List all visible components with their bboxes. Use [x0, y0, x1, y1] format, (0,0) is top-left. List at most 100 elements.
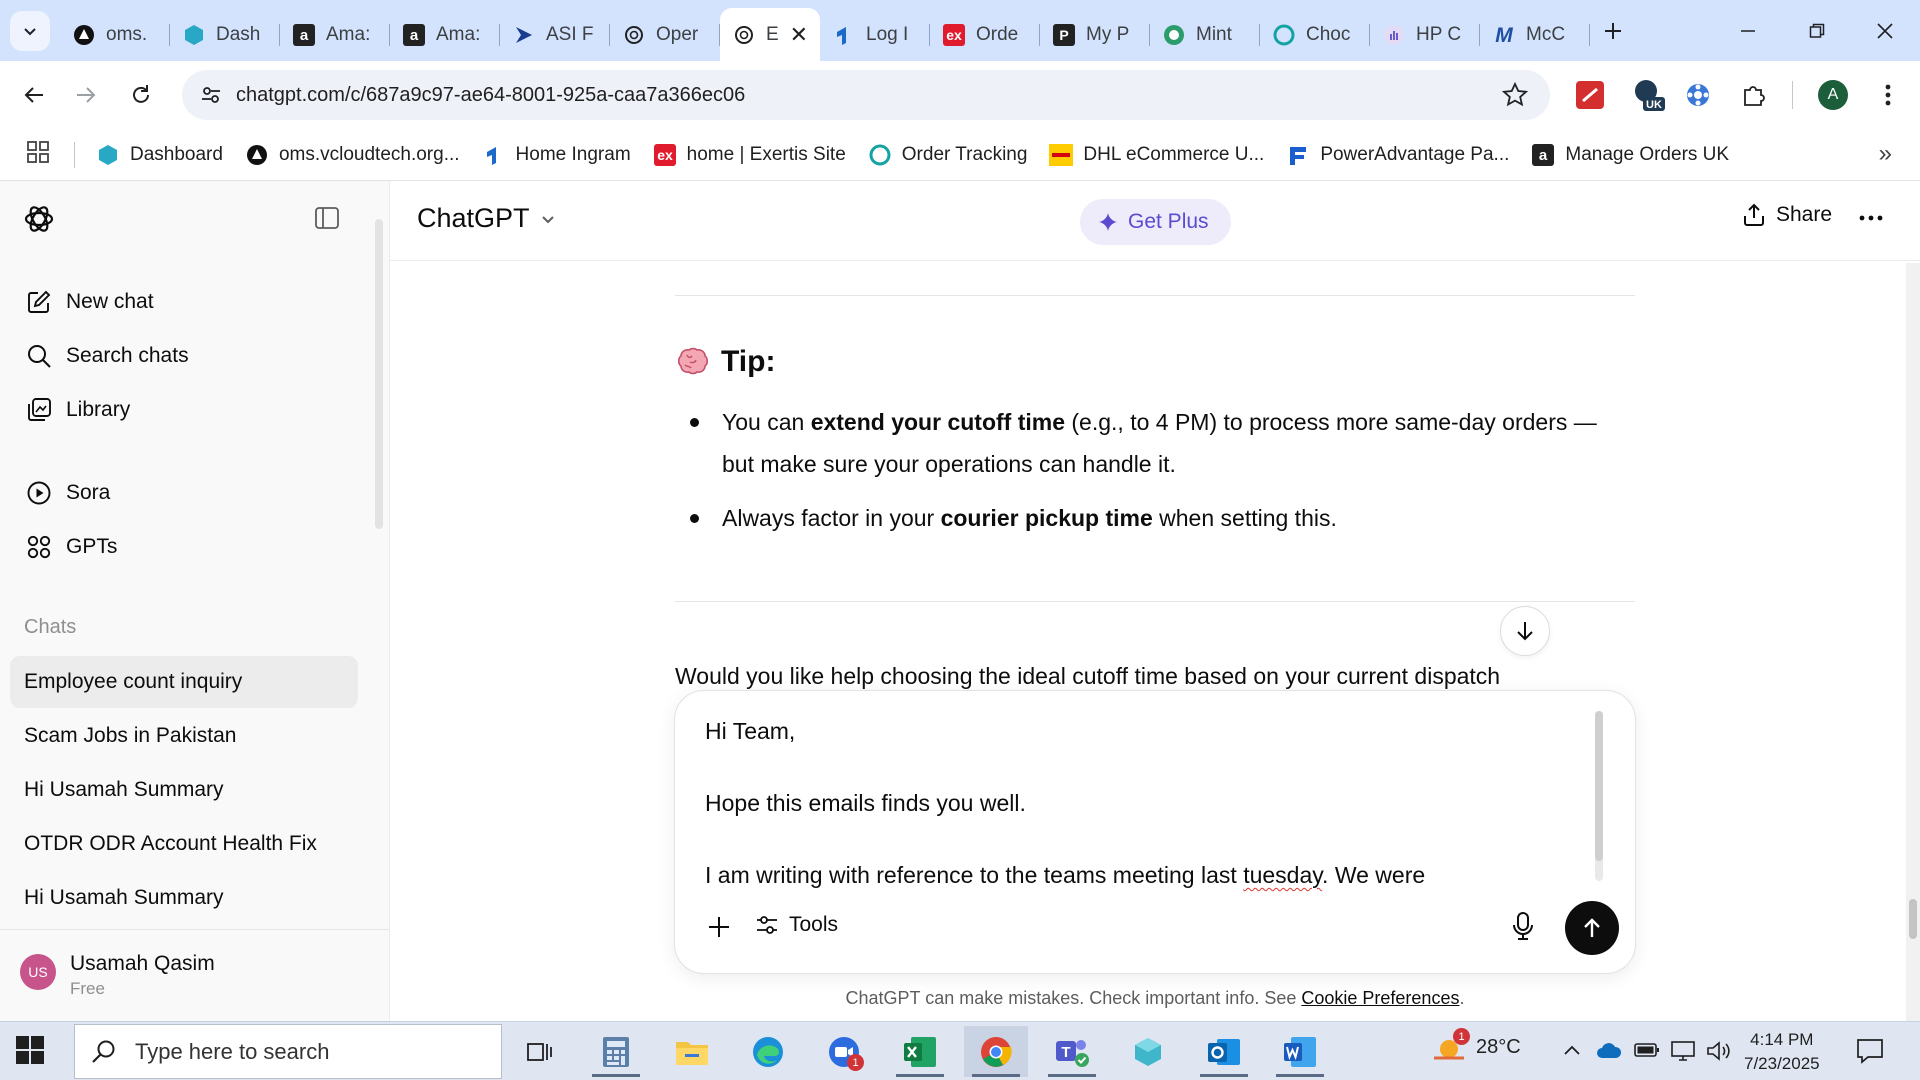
- library-button[interactable]: Library: [26, 388, 130, 432]
- search-chats-button[interactable]: Search chats: [26, 334, 189, 378]
- taskbar-excel[interactable]: [888, 1026, 952, 1077]
- site-info-icon[interactable]: [186, 84, 236, 106]
- tab[interactable]: oms.: [60, 12, 170, 57]
- tab-search-button[interactable]: [10, 11, 50, 51]
- scroll-to-bottom-button[interactable]: [1500, 606, 1550, 656]
- tab[interactable]: P My P: [1040, 12, 1150, 57]
- weather-widget[interactable]: 1 28°C: [1432, 1028, 1521, 1062]
- start-button[interactable]: [16, 1036, 44, 1064]
- taskbar-calculator[interactable]: [584, 1026, 648, 1077]
- model-selector[interactable]: ChatGPT: [417, 203, 556, 234]
- taskbar-search-input[interactable]: Type here to search: [74, 1024, 502, 1079]
- network-icon[interactable]: [1670, 1040, 1696, 1062]
- chat-item[interactable]: Hi Usamah Summary: [10, 764, 358, 816]
- bookmark-manage-orders[interactable]: a Manage Orders UK: [1531, 143, 1729, 167]
- bookmark-oms[interactable]: oms.vcloudtech.org...: [245, 143, 460, 167]
- dhl-icon: [1049, 143, 1074, 167]
- tab[interactable]: Mint: [1150, 12, 1260, 57]
- main-scroll-thumb[interactable]: [1909, 899, 1917, 939]
- send-button[interactable]: [1565, 901, 1619, 955]
- notifications-icon[interactable]: [1856, 1038, 1884, 1064]
- taskbar-outlook[interactable]: [1192, 1026, 1256, 1077]
- pdf-extension-icon[interactable]: [1572, 77, 1608, 113]
- taskbar-file-explorer[interactable]: [660, 1026, 724, 1077]
- sidebar-scroll-thumb[interactable]: [375, 219, 383, 529]
- forward-button[interactable]: [66, 75, 106, 115]
- star-icon[interactable]: [1502, 82, 1528, 108]
- share-button[interactable]: Share: [1742, 203, 1832, 227]
- new-chat-button[interactable]: New chat: [26, 280, 154, 324]
- browser-menu-button[interactable]: [1870, 77, 1906, 113]
- back-button[interactable]: [14, 75, 54, 115]
- gpts-button[interactable]: GPTs: [26, 525, 117, 569]
- tab[interactable]: Log I: [820, 12, 930, 57]
- bookmark-ingram[interactable]: Home Ingram: [482, 143, 631, 167]
- taskbar-app[interactable]: [1116, 1026, 1180, 1077]
- tab[interactable]: ex Orde: [930, 12, 1040, 57]
- tab-active[interactable]: E ✕: [720, 8, 820, 61]
- tab[interactable]: Choc: [1260, 12, 1370, 57]
- apps-grid-icon[interactable]: [26, 140, 50, 164]
- avatar: A: [1818, 80, 1848, 110]
- conversation-options-button[interactable]: [1858, 205, 1884, 231]
- tab[interactable]: a Ama:: [390, 12, 500, 57]
- bookmark-exertis[interactable]: ex home | Exertis Site: [653, 143, 846, 167]
- battery-icon[interactable]: [1634, 1040, 1660, 1060]
- address-bar[interactable]: chatgpt.com/c/687a9c97-ae64-8001-925a-ca…: [182, 70, 1550, 120]
- composer-scrollbar[interactable]: [1595, 711, 1603, 881]
- profile-button[interactable]: A: [1815, 77, 1851, 113]
- tools-button[interactable]: Tools: [755, 913, 838, 937]
- dictate-button[interactable]: [1511, 911, 1535, 941]
- cookie-preferences-link[interactable]: Cookie Preferences: [1301, 988, 1459, 1008]
- chat-item[interactable]: Scam Jobs in Pakistan: [10, 710, 358, 762]
- bold-text: extend your cutoff time: [810, 409, 1065, 435]
- notification-badge: 1: [847, 1054, 864, 1071]
- tools-label: Tools: [789, 913, 839, 936]
- tab[interactable]: Oper: [610, 12, 720, 57]
- taskbar-teams[interactable]: T: [1040, 1026, 1104, 1077]
- task-view-button[interactable]: [508, 1026, 572, 1077]
- taskbar-word[interactable]: [1268, 1026, 1332, 1077]
- user-menu[interactable]: US Usamah Qasim Free: [0, 929, 389, 1021]
- tab[interactable]: a Ama:: [280, 12, 390, 57]
- volume-icon[interactable]: [1706, 1040, 1732, 1062]
- taskbar-edge[interactable]: [736, 1026, 800, 1077]
- taskbar-zoom[interactable]: 1: [812, 1026, 876, 1077]
- bookmark-poweradvantage[interactable]: PowerAdvantage Pa...: [1286, 143, 1509, 167]
- composer-scroll-thumb[interactable]: [1595, 711, 1603, 861]
- minimize-button[interactable]: [1713, 0, 1783, 61]
- onedrive-icon[interactable]: [1596, 1040, 1622, 1060]
- openai-logo-icon[interactable]: [22, 202, 56, 236]
- close-icon[interactable]: ✕: [790, 22, 808, 48]
- main-scrollbar[interactable]: [1906, 263, 1920, 1021]
- bookmark-order-tracking[interactable]: Order Tracking: [868, 143, 1027, 167]
- tab[interactable]: M McC: [1480, 12, 1590, 57]
- network-extension-icon[interactable]: [1680, 77, 1716, 113]
- extensions-puzzle-icon[interactable]: [1736, 77, 1772, 113]
- tab[interactable]: Dash: [170, 12, 280, 57]
- chevron-double-right-icon[interactable]: »: [1879, 140, 1892, 168]
- chevron-up-icon[interactable]: [1562, 1040, 1582, 1060]
- uk-extension-icon[interactable]: UK: [1630, 77, 1666, 113]
- message-input[interactable]: Hi Team, Hope this emails finds you well…: [705, 713, 1555, 893]
- chevron-down-icon: [541, 215, 554, 223]
- system-clock[interactable]: 4:14 PM 7/23/2025: [1744, 1028, 1820, 1076]
- chat-item[interactable]: OTDR ODR Account Health Fix: [10, 818, 358, 870]
- new-tab-button[interactable]: [1596, 14, 1630, 48]
- taskbar-chrome[interactable]: [964, 1026, 1028, 1077]
- sidebar-scrollbar[interactable]: [372, 189, 384, 1019]
- restore-button[interactable]: [1782, 0, 1852, 61]
- attach-button[interactable]: [701, 909, 737, 945]
- get-plus-button[interactable]: Get Plus: [1080, 199, 1231, 245]
- sidebar-toggle-icon[interactable]: [314, 205, 340, 231]
- tab[interactable]: ASI F: [500, 12, 610, 57]
- sora-button[interactable]: Sora: [26, 471, 110, 515]
- reload-button[interactable]: [121, 75, 161, 115]
- close-window-button[interactable]: [1850, 0, 1920, 61]
- chat-item[interactable]: Hi Usamah Summary: [10, 872, 358, 924]
- chat-item-active[interactable]: Employee count inquiry: [10, 656, 358, 708]
- tab-title: Choc: [1306, 23, 1351, 45]
- bookmark-dhl[interactable]: DHL eCommerce U...: [1049, 143, 1264, 167]
- tab[interactable]: HP C: [1370, 12, 1480, 57]
- bookmark-dashboard[interactable]: Dashboard: [96, 143, 223, 167]
